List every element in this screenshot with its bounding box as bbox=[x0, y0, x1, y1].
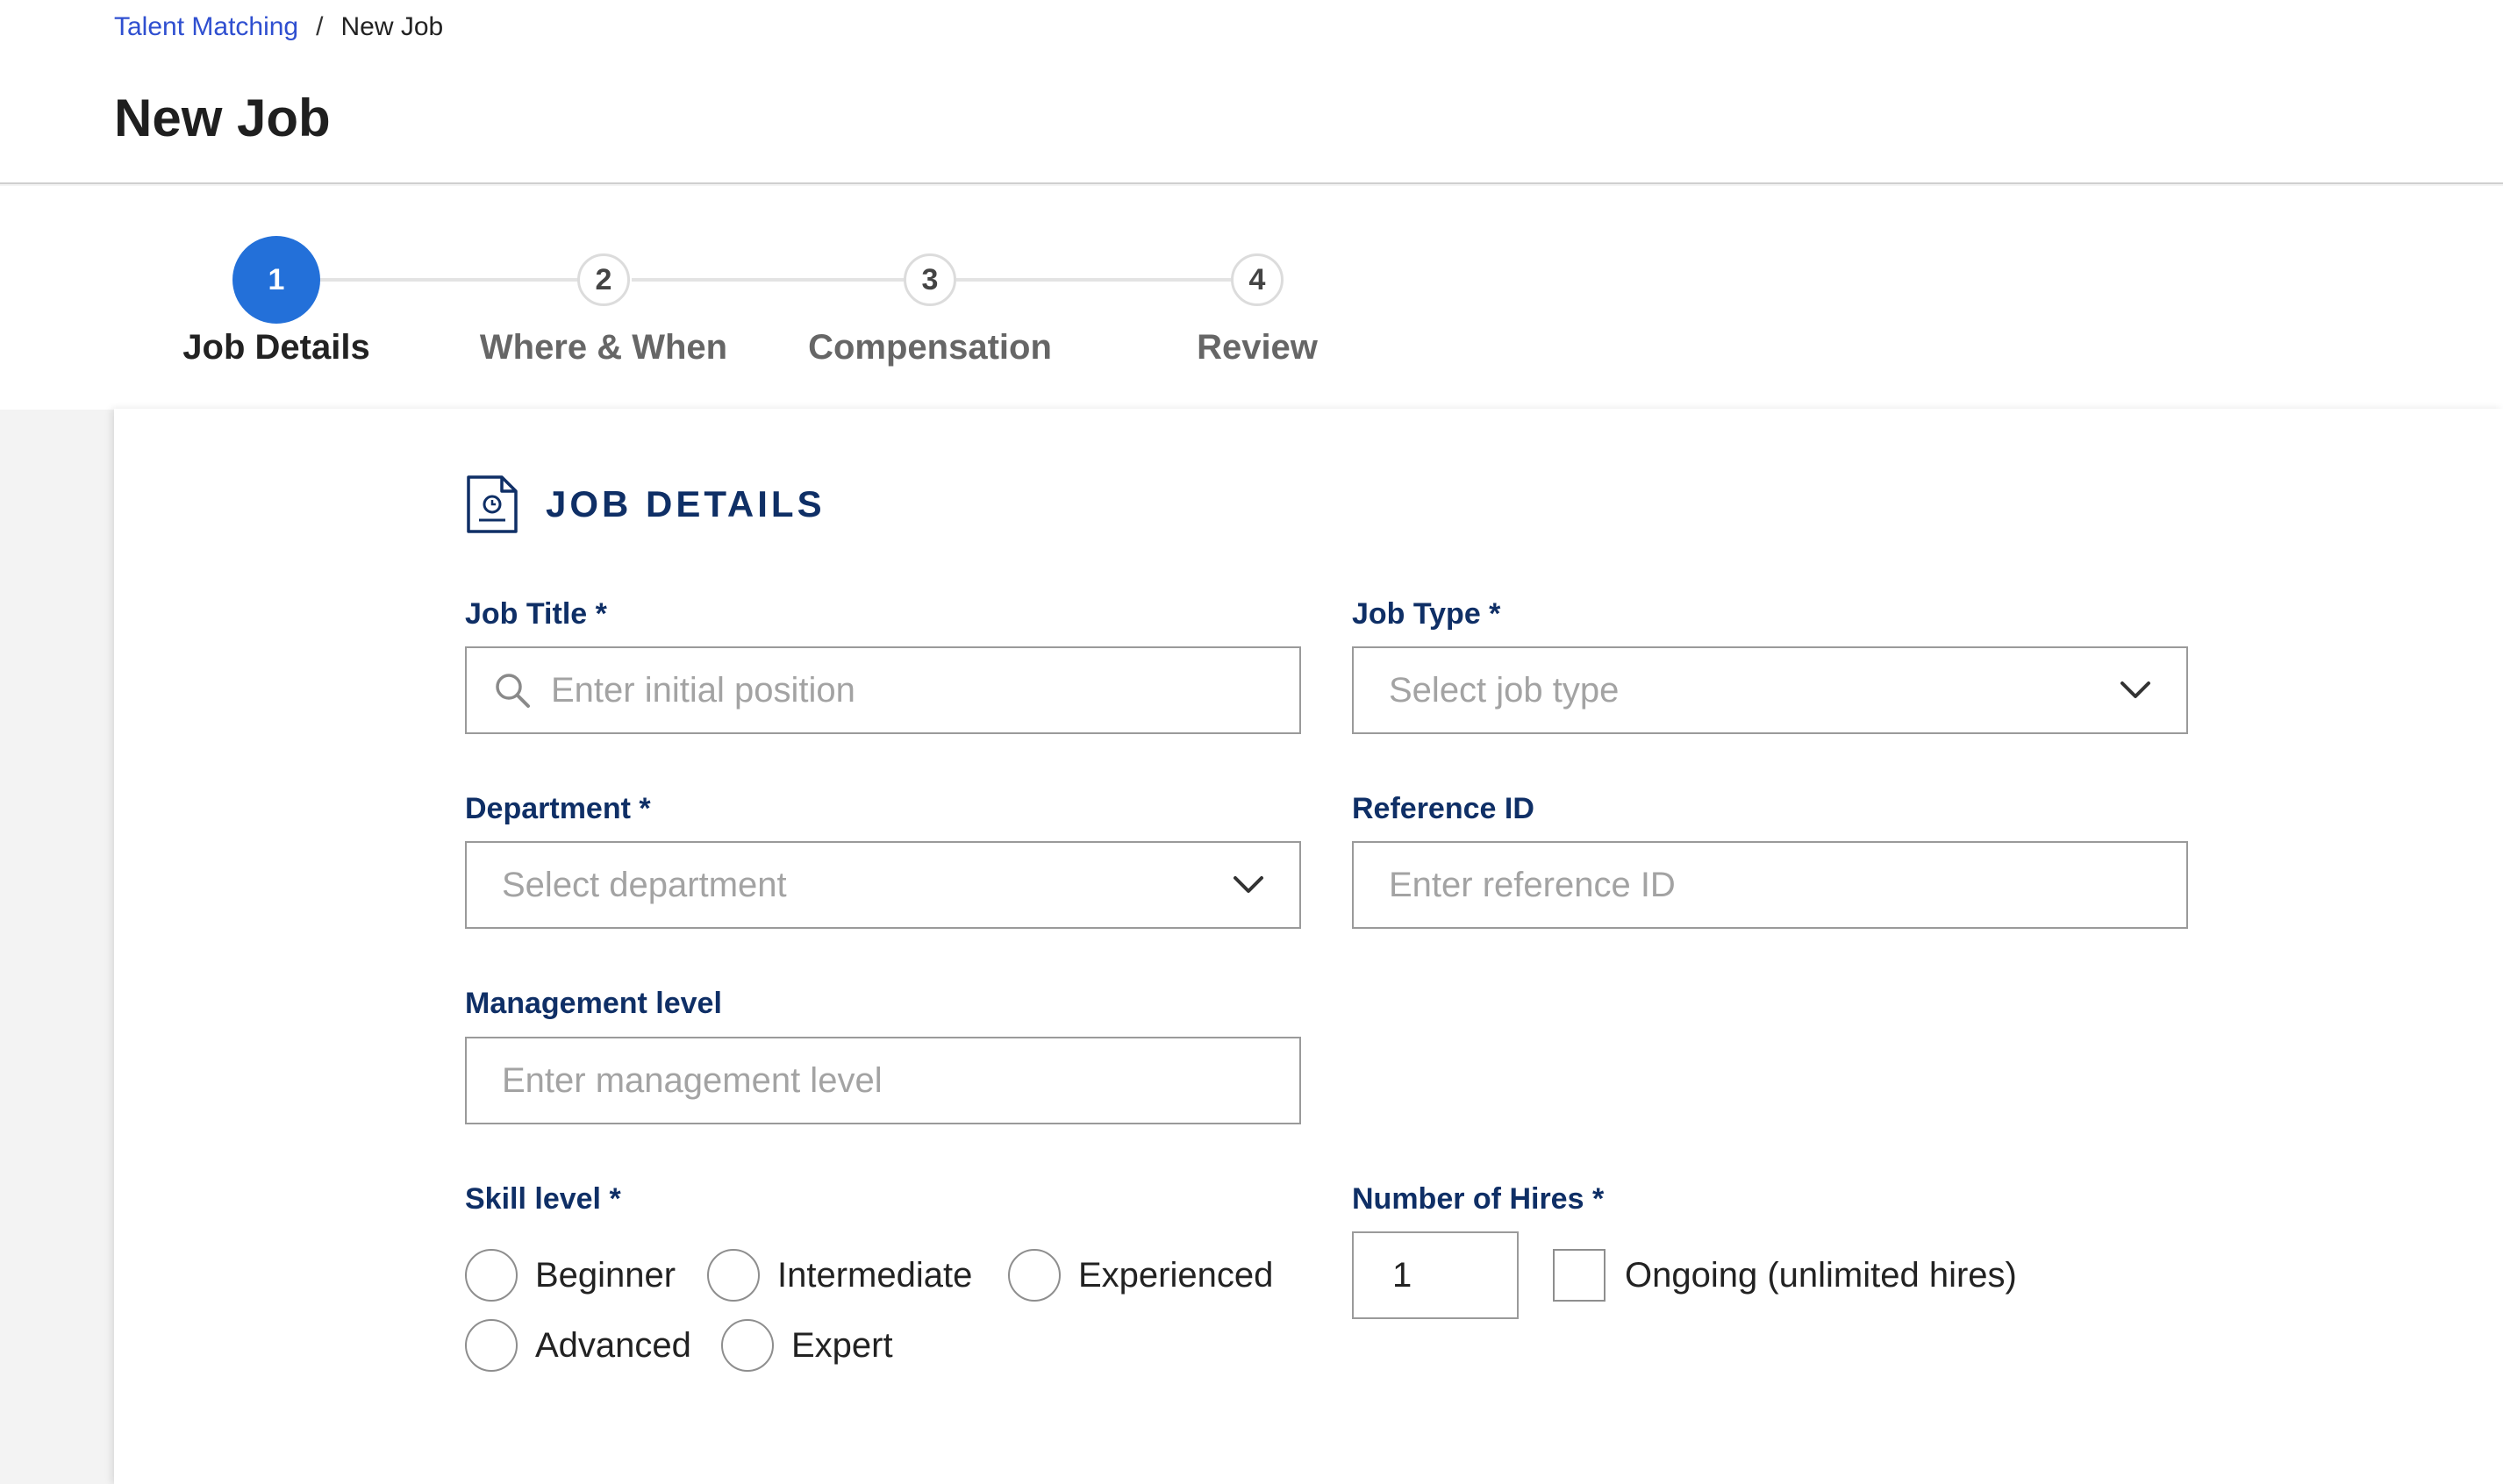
ongoing-hires-checkbox[interactable] bbox=[1553, 1249, 1605, 1302]
reference-id-label: Reference ID bbox=[1352, 792, 1534, 825]
step-label-review: Review bbox=[1197, 328, 1318, 367]
job-title-label: Job Title * bbox=[465, 597, 607, 631]
radio-label-beginner: Beginner bbox=[535, 1255, 676, 1295]
number-of-hires-value: 1 bbox=[1392, 1255, 1412, 1295]
step-number-2: 2 bbox=[577, 253, 630, 306]
stepper-connector-1 bbox=[276, 278, 605, 282]
radio-expert[interactable] bbox=[721, 1319, 774, 1372]
department-label: Department * bbox=[465, 792, 651, 825]
stepper: 1 Job Details 2 Where & When 3 Compensat… bbox=[0, 186, 2503, 410]
section-header: JOB DETAILS bbox=[465, 474, 826, 534]
step-number-4: 4 bbox=[1231, 253, 1284, 306]
stepper-connector-3 bbox=[956, 278, 1259, 282]
chevron-down-icon bbox=[2120, 681, 2150, 698]
number-of-hires-input[interactable]: 1 bbox=[1352, 1231, 1519, 1319]
step-number-3: 3 bbox=[904, 253, 956, 306]
chevron-down-icon bbox=[1234, 876, 1263, 893]
skill-level-label: Skill level * bbox=[465, 1182, 621, 1216]
step-label-where-when: Where & When bbox=[479, 328, 728, 367]
skill-level-option-beginner[interactable]: Beginner bbox=[465, 1249, 676, 1302]
radio-label-experienced: Experienced bbox=[1078, 1255, 1274, 1295]
breadcrumb-link-talent-matching[interactable]: Talent Matching bbox=[114, 12, 298, 42]
document-clock-icon bbox=[467, 475, 518, 533]
reference-id-placeholder: Enter reference ID bbox=[1389, 865, 1676, 904]
department-select[interactable]: Select department bbox=[465, 841, 1301, 929]
skill-level-option-expert[interactable]: Expert bbox=[721, 1319, 893, 1372]
search-icon bbox=[496, 674, 530, 708]
job-title-placeholder: Enter initial position bbox=[551, 670, 855, 710]
reference-id-input[interactable]: Enter reference ID bbox=[1352, 841, 2188, 929]
breadcrumb-current: New Job bbox=[340, 12, 444, 41]
radio-experienced[interactable] bbox=[1008, 1249, 1061, 1302]
skill-level-option-advanced[interactable]: Advanced bbox=[465, 1319, 691, 1372]
stepper-connector-2 bbox=[632, 278, 934, 282]
job-type-placeholder: Select job type bbox=[1389, 670, 1620, 710]
page-title: New Job bbox=[114, 89, 331, 147]
step-number-1: 1 bbox=[232, 236, 320, 324]
step-label-compensation: Compensation bbox=[808, 328, 1052, 367]
skill-level-option-experienced[interactable]: Experienced bbox=[1008, 1249, 1273, 1302]
management-level-input[interactable]: Enter management level bbox=[465, 1037, 1301, 1124]
radio-label-advanced: Advanced bbox=[535, 1325, 691, 1365]
top-bar: Talent Matching / New Job New Job bbox=[0, 0, 2503, 184]
job-details-card: JOB DETAILS Job Title * Enter initial po… bbox=[114, 409, 2503, 1484]
ongoing-hires-option[interactable]: Ongoing (unlimited hires) bbox=[1553, 1249, 2017, 1302]
step-label-job-details: Job Details bbox=[182, 328, 370, 367]
management-level-label: Management level bbox=[465, 987, 722, 1020]
management-level-placeholder: Enter management level bbox=[502, 1060, 883, 1100]
radio-beginner[interactable] bbox=[465, 1249, 518, 1302]
department-placeholder: Select department bbox=[502, 865, 787, 904]
breadcrumb: Talent Matching / New Job bbox=[114, 12, 443, 42]
section-title: JOB DETAILS bbox=[546, 483, 826, 524]
job-type-select[interactable]: Select job type bbox=[1352, 646, 2188, 734]
radio-intermediate[interactable] bbox=[707, 1249, 760, 1302]
job-type-label: Job Type * bbox=[1352, 597, 1501, 631]
number-of-hires-label: Number of Hires * bbox=[1352, 1182, 1605, 1216]
breadcrumb-separator: / bbox=[316, 12, 324, 41]
skill-level-option-intermediate[interactable]: Intermediate bbox=[707, 1249, 972, 1302]
radio-label-intermediate: Intermediate bbox=[777, 1255, 973, 1295]
ongoing-hires-label: Ongoing (unlimited hires) bbox=[1625, 1255, 2017, 1295]
job-title-input[interactable]: Enter initial position bbox=[465, 646, 1301, 734]
radio-label-expert: Expert bbox=[791, 1325, 893, 1365]
radio-advanced[interactable] bbox=[465, 1319, 518, 1372]
